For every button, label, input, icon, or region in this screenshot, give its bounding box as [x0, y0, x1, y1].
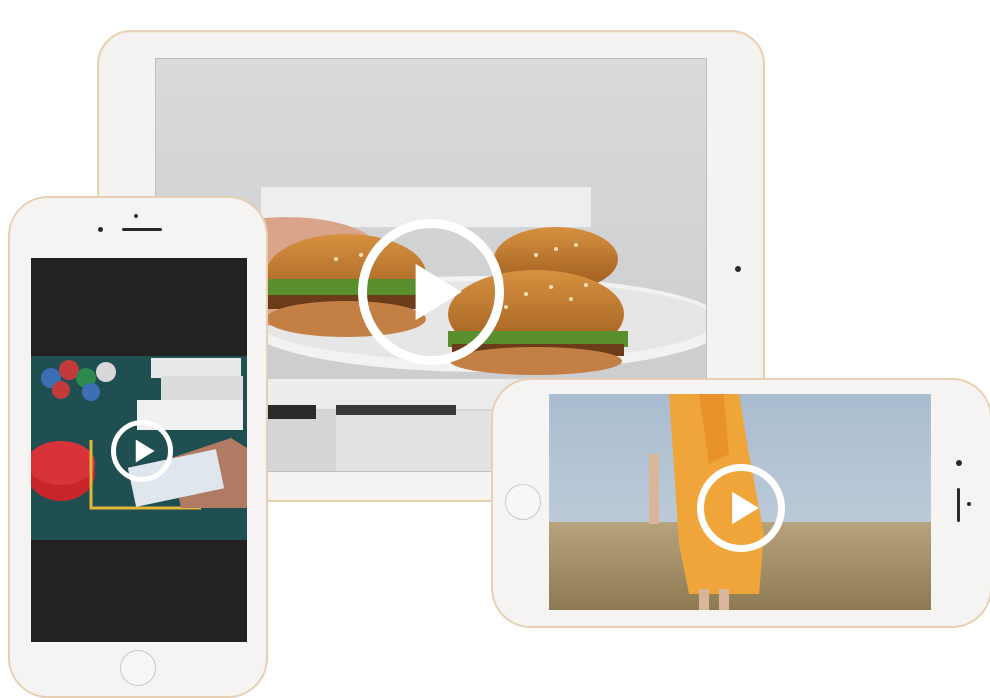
- proximity-sensor: [967, 502, 971, 506]
- front-camera: [956, 460, 962, 466]
- phone-landscape-play-button[interactable]: [697, 464, 785, 552]
- home-button[interactable]: [120, 650, 156, 686]
- proximity-sensor: [98, 227, 103, 232]
- tablet-home-sensor: [735, 266, 741, 272]
- front-camera: [134, 214, 138, 218]
- play-icon: [415, 263, 462, 321]
- phone-landscape-video-player[interactable]: [549, 394, 931, 610]
- earpiece-speaker: [122, 228, 162, 231]
- play-icon: [135, 439, 155, 463]
- phone-portrait-video-player[interactable]: [31, 258, 247, 642]
- home-button[interactable]: [505, 484, 541, 520]
- tablet-play-button[interactable]: [358, 219, 504, 365]
- play-icon: [732, 491, 759, 525]
- phone-landscape-device: [491, 378, 990, 628]
- phone-portrait-play-button[interactable]: [111, 420, 173, 482]
- phone-portrait-device: [8, 196, 268, 698]
- earpiece-speaker: [957, 488, 960, 522]
